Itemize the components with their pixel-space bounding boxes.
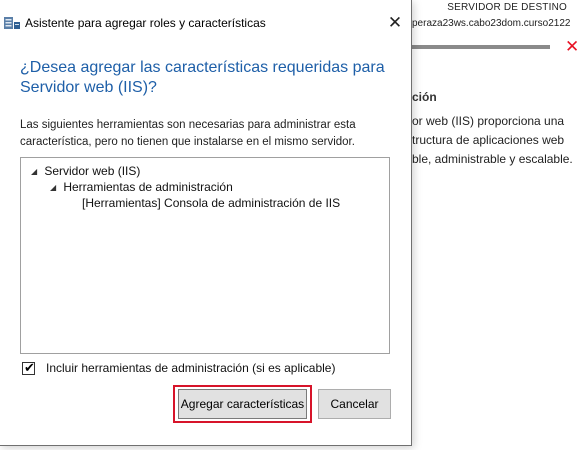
description-text: or web (IIS) proporciona una tructura de… [412, 114, 573, 166]
tree-item-label: Herramientas de administración [63, 180, 233, 194]
error-x-icon: ✕ [565, 37, 580, 56]
dialog-title: Asistente para agregar roles y caracterí… [25, 16, 266, 30]
destination-server-label: SERVIDOR DE DESTINO [447, 2, 567, 13]
tree-item-management-tools[interactable]: ◢ Herramientas de administración [50, 180, 233, 194]
collapse-arrow-icon[interactable]: ◢ [50, 183, 60, 192]
collapse-arrow-icon[interactable]: ◢ [31, 167, 41, 176]
required-features-tree: ◢ Servidor web (IIS) ◢ Herramientas de a… [20, 157, 390, 354]
close-icon: ✕ [387, 13, 403, 32]
dialog-explanation: Las siguientes herramientas son necesari… [20, 119, 356, 148]
description-heading: ción [412, 90, 437, 104]
include-tools-checkbox[interactable]: ✔ [22, 360, 35, 375]
dialog-titlebar[interactable]: Asistente para agregar roles y caracterí… [0, 0, 411, 40]
add-features-button[interactable]: Agregar características [178, 389, 307, 419]
server-manager-icon [4, 16, 20, 30]
progress-bar [412, 45, 550, 49]
checkmark-icon: ✔ [24, 360, 35, 375]
destination-server-name: peraza23ws.cabo23dom.curso2122 [412, 18, 571, 29]
cancel-button[interactable]: Cancelar [318, 389, 391, 419]
include-tools-label: Incluir herramientas de administración (… [46, 361, 336, 375]
add-features-dialog: Asistente para agregar roles y caracterí… [0, 0, 412, 446]
dialog-heading: ¿Desea agregar las características reque… [20, 59, 385, 96]
tree-item-iis-console[interactable]: [Herramientas] Consola de administración… [82, 196, 340, 210]
tree-item-label: [Herramientas] Consola de administración… [82, 196, 341, 210]
tree-item-label: Servidor web (IIS) [44, 164, 141, 178]
tree-item-web-server[interactable]: ◢ Servidor web (IIS) [31, 164, 140, 178]
close-button[interactable]: ✕ [382, 10, 408, 36]
